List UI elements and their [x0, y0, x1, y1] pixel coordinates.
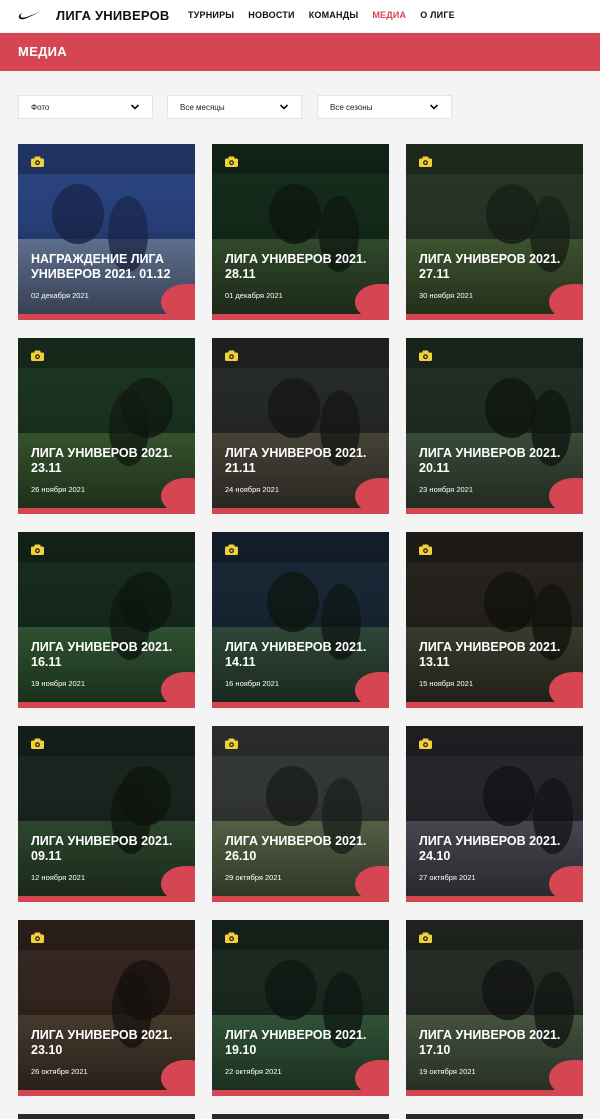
media-card[interactable]: ЛИГА УНИВЕРОВ 2021. 09.11 12 ноября 2021 [18, 726, 195, 902]
media-card-accent-strip [406, 702, 583, 708]
media-card-accent-strip [212, 896, 389, 902]
camera-icon [31, 544, 44, 555]
media-card-date: 27 октября 2021 [419, 873, 476, 882]
media-card[interactable]: ЛИГА УНИВЕРОВ 2021. 13.11 15 ноября 2021 [406, 532, 583, 708]
media-card[interactable]: ЛИГА УНИВЕРОВ 2021. 21.11 24 ноября 2021 [212, 338, 389, 514]
media-card-title: ЛИГА УНИВЕРОВ 2021. 24.10 [419, 834, 561, 863]
media-card-date: 02 декабря 2021 [31, 291, 89, 300]
nav-item-media[interactable]: МЕДИА [372, 10, 406, 20]
page-banner: МЕДИА [0, 33, 600, 71]
camera-icon [31, 350, 44, 361]
media-card[interactable]: НАГРАЖДЕНИЕ ЛИГА УНИВЕРОВ 2021. 01.12 02 … [18, 144, 195, 320]
media-card-accent-strip [18, 702, 195, 708]
camera-icon [419, 350, 432, 361]
top-navigation-bar: ЛИГА УНИВЕРОВ ТУРНИРЫ НОВОСТИ КОМАНДЫ МЕ… [0, 0, 600, 32]
media-card[interactable]: ЛИГА УНИВЕРОВ 2021. 23.10 26 октября 2021 [18, 920, 195, 1096]
media-card[interactable]: ЛИГА УНИВЕРОВ 2021. 24.10 27 октября 2021 [406, 726, 583, 902]
media-card[interactable]: ЛИГА УНИВЕРОВ 2021. 20.11 23 ноября 2021 [406, 338, 583, 514]
media-card[interactable]: ЛИГА УНИВЕРОВ 2021. 19.10 22 октября 2021 [212, 920, 389, 1096]
month-value: Все месяцы [180, 103, 225, 112]
media-card-accent-strip [212, 1090, 389, 1096]
month-select[interactable]: Все месяцы [167, 95, 302, 119]
main-nav: ТУРНИРЫ НОВОСТИ КОМАНДЫ МЕДИА О ЛИГЕ [188, 10, 455, 20]
camera-icon [225, 544, 238, 555]
next-row-card-peek [406, 1114, 583, 1119]
media-card-title: ЛИГА УНИВЕРОВ 2021. 14.11 [225, 640, 367, 669]
media-card-accent-strip [212, 702, 389, 708]
media-card[interactable]: ЛИГА УНИВЕРОВ 2021. 26.10 29 октября 2021 [212, 726, 389, 902]
media-card-title: ЛИГА УНИВЕРОВ 2021. 16.11 [31, 640, 173, 669]
camera-icon [419, 738, 432, 749]
camera-icon [419, 544, 432, 555]
camera-icon [31, 932, 44, 943]
media-card[interactable]: ЛИГА УНИВЕРОВ 2021. 16.11 19 ноября 2021 [18, 532, 195, 708]
camera-icon [225, 932, 238, 943]
nav-item-teams[interactable]: КОМАНДЫ [309, 10, 359, 20]
media-card-date: 19 октября 2021 [419, 1067, 476, 1076]
camera-icon [31, 738, 44, 749]
camera-icon [225, 350, 238, 361]
media-card-accent-strip [18, 896, 195, 902]
next-row-card-peek [18, 1114, 195, 1119]
media-card-date: 29 октября 2021 [225, 873, 282, 882]
media-card-date: 12 ноября 2021 [31, 873, 86, 882]
page-title: МЕДИА [18, 44, 67, 59]
media-type-select[interactable]: Фото [18, 95, 153, 119]
nav-item-about[interactable]: О ЛИГЕ [420, 10, 455, 20]
chevron-down-icon [130, 104, 140, 110]
media-card-title: ЛИГА УНИВЕРОВ 2021. 28.11 [225, 252, 367, 281]
media-card[interactable]: ЛИГА УНИВЕРОВ 2021. 27.11 30 ноября 2021 [406, 144, 583, 320]
media-card-accent-strip [406, 896, 583, 902]
media-card-title: ЛИГА УНИВЕРОВ 2021. 19.10 [225, 1028, 367, 1057]
media-card-accent-strip [212, 314, 389, 320]
season-select[interactable]: Все сезоны [317, 95, 452, 119]
media-card-title: ЛИГА УНИВЕРОВ 2021. 20.11 [419, 446, 561, 475]
media-card-date: 15 ноября 2021 [419, 679, 474, 688]
season-value: Все сезоны [330, 103, 373, 112]
camera-icon [419, 156, 432, 167]
media-card-date: 26 ноября 2021 [31, 485, 86, 494]
media-card-date: 26 октября 2021 [31, 1067, 88, 1076]
media-card-title: ЛИГА УНИВЕРОВ 2021. 26.10 [225, 834, 367, 863]
media-type-value: Фото [31, 103, 50, 112]
camera-icon [225, 156, 238, 167]
camera-icon [419, 932, 432, 943]
media-card-date: 24 ноября 2021 [225, 485, 280, 494]
media-card-title: ЛИГА УНИВЕРОВ 2021. 09.11 [31, 834, 173, 863]
media-card[interactable]: ЛИГА УНИВЕРОВ 2021. 28.11 01 декабря 2021 [212, 144, 389, 320]
media-card-title: ЛИГА УНИВЕРОВ 2021. 23.11 [31, 446, 173, 475]
media-card-title: ЛИГА УНИВЕРОВ 2021. 21.11 [225, 446, 367, 475]
media-card-accent-strip [18, 314, 195, 320]
media-card-title: ЛИГА УНИВЕРОВ 2021. 17.10 [419, 1028, 561, 1057]
media-card-title: ЛИГА УНИВЕРОВ 2021. 13.11 [419, 640, 561, 669]
media-card-date: 30 ноября 2021 [419, 291, 474, 300]
media-card-accent-strip [406, 1090, 583, 1096]
media-card-title: НАГРАЖДЕНИЕ ЛИГА УНИВЕРОВ 2021. 01.12 [31, 252, 171, 281]
media-card-accent-strip [18, 1090, 195, 1096]
media-card-accent-strip [18, 508, 195, 514]
site-brand[interactable]: ЛИГА УНИВЕРОВ [56, 8, 170, 23]
media-card-date: 16 ноября 2021 [225, 679, 280, 688]
media-card-title: ЛИГА УНИВЕРОВ 2021. 27.11 [419, 252, 561, 281]
media-card-accent-strip [406, 508, 583, 514]
media-card[interactable]: ЛИГА УНИВЕРОВ 2021. 23.11 26 ноября 2021 [18, 338, 195, 514]
media-card-date: 19 ноября 2021 [31, 679, 86, 688]
media-card[interactable]: ЛИГА УНИВЕРОВ 2021. 17.10 19 октября 2021 [406, 920, 583, 1096]
chevron-down-icon [279, 104, 289, 110]
media-card-title: ЛИГА УНИВЕРОВ 2021. 23.10 [31, 1028, 173, 1057]
camera-icon [225, 738, 238, 749]
media-card-date: 22 октября 2021 [225, 1067, 282, 1076]
nav-item-news[interactable]: НОВОСТИ [248, 10, 294, 20]
nav-item-tournaments[interactable]: ТУРНИРЫ [188, 10, 234, 20]
next-row-card-peek [212, 1114, 389, 1119]
camera-icon [31, 156, 44, 167]
swoosh-logo-icon[interactable] [18, 9, 42, 21]
media-card[interactable]: ЛИГА УНИВЕРОВ 2021. 14.11 16 ноября 2021 [212, 532, 389, 708]
chevron-down-icon [429, 104, 439, 110]
media-card-accent-strip [212, 508, 389, 514]
media-card-date: 01 декабря 2021 [225, 291, 283, 300]
media-card-date: 23 ноября 2021 [419, 485, 474, 494]
media-card-accent-strip [406, 314, 583, 320]
